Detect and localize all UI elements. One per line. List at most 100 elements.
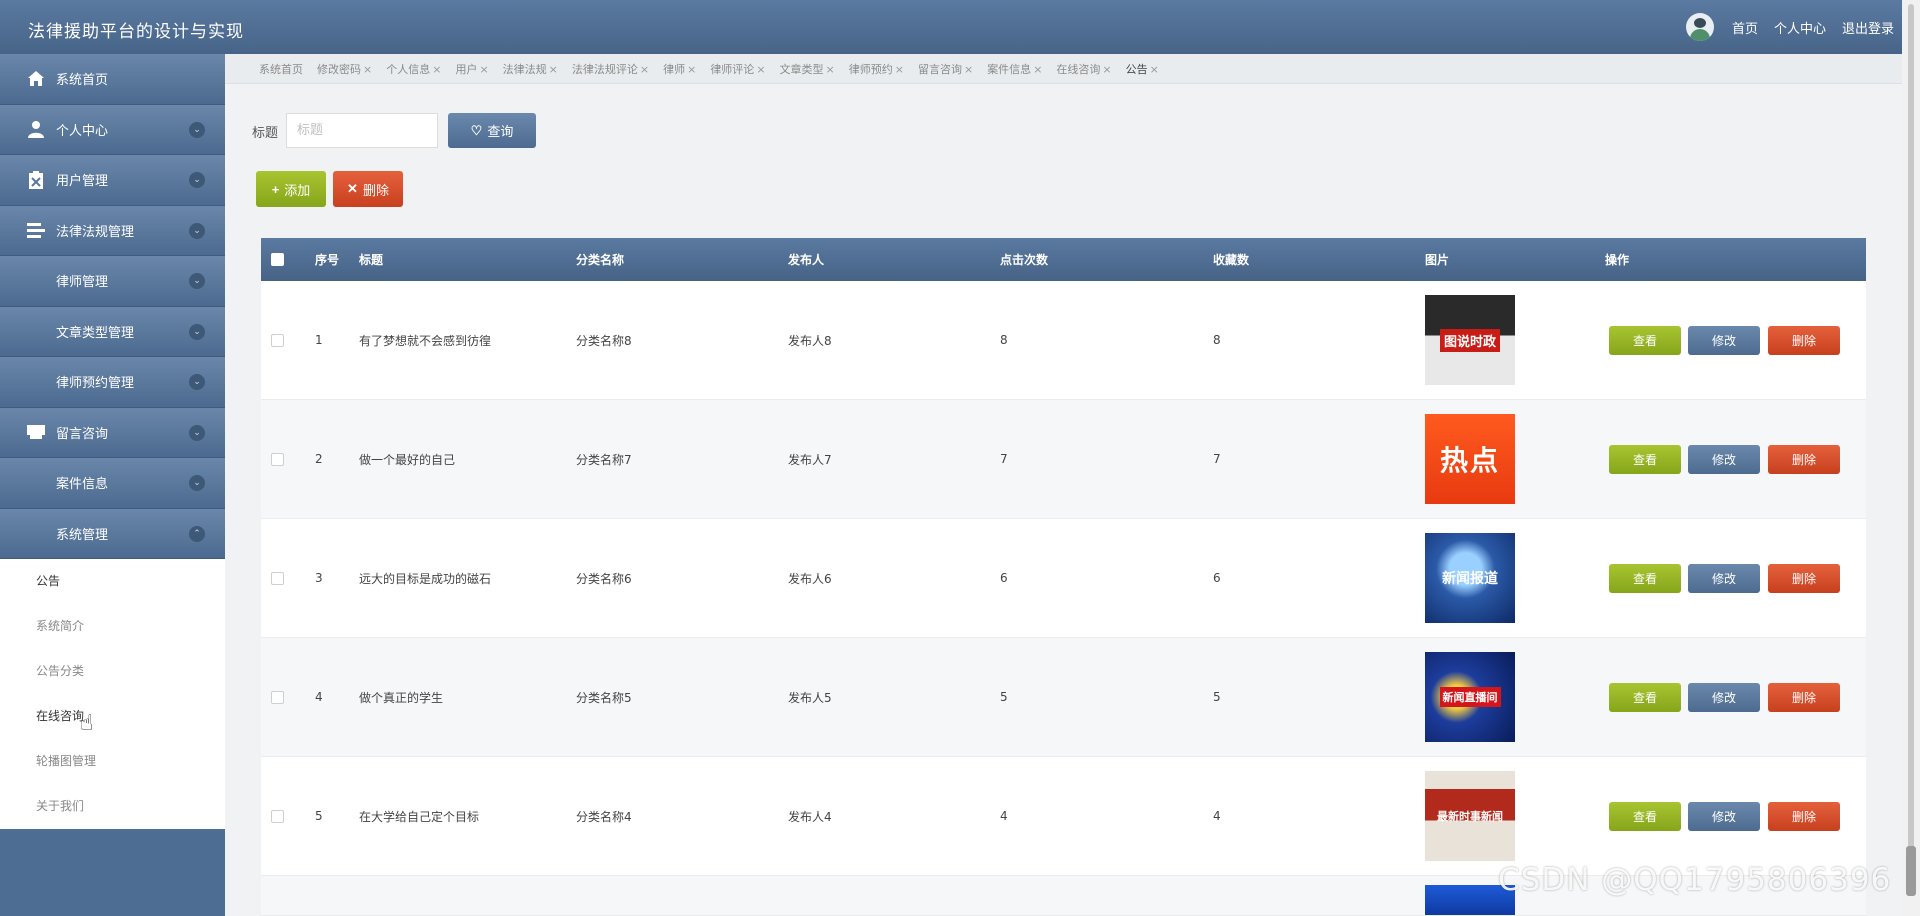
clipboard-icon (26, 170, 46, 190)
close-icon[interactable]: × (640, 63, 649, 76)
view-button[interactable]: 查看 (1609, 326, 1681, 355)
sidebar-item-appointments[interactable]: 律师预约管理 ⌄ (0, 357, 225, 408)
chevron-down-icon[interactable]: ⌄ (189, 222, 205, 239)
tab-system-home[interactable]: 系统首页 (259, 61, 303, 77)
sidebar-item-label: 律师预约管理 (56, 376, 135, 392)
tab-laws[interactable]: 法律法规 × (503, 61, 558, 77)
row-checkbox[interactable] (271, 452, 284, 466)
row-checkbox[interactable] (271, 333, 284, 347)
home-link[interactable]: 首页 (1732, 18, 1758, 37)
tab-cases[interactable]: 案件信息 × (987, 61, 1042, 77)
chevron-up-icon[interactable]: ⌃ (189, 525, 205, 542)
row-delete-button[interactable]: 删除 (1768, 683, 1840, 712)
sidebar-item-personal[interactable]: 个人中心 ⌄ (0, 104, 225, 155)
submenu-item-announcement-category[interactable]: 公告分类 (0, 649, 225, 694)
sidebar-item-system[interactable]: 系统管理 ⌃ (0, 508, 225, 559)
sidebar-item-home[interactable]: 系统首页 (0, 54, 225, 105)
sidebar-item-laws[interactable]: 法律法规管理 ⌄ (0, 205, 225, 256)
grid-icon (26, 372, 46, 392)
delete-button[interactable]: ✕ 删除 (333, 171, 403, 207)
tab-lawyers[interactable]: 律师 × (663, 61, 696, 77)
tab-article-types[interactable]: 文章类型 × (780, 61, 835, 77)
sidebar-item-messages[interactable]: 留言咨询 ⌄ (0, 407, 225, 458)
row-delete-button[interactable]: 删除 (1768, 564, 1840, 593)
app-title: 法律援助平台的设计与实现 (28, 22, 244, 42)
grid-icon (26, 321, 46, 341)
submenu-item-carousel[interactable]: 轮播图管理 (0, 739, 225, 784)
chevron-down-icon[interactable]: ⌄ (189, 172, 205, 188)
tab-announcement[interactable]: 公告 × (1126, 61, 1159, 77)
row-category: 分类名称7 (576, 452, 632, 467)
edit-button[interactable]: 修改 (1688, 564, 1760, 593)
row-category: 分类名称6 (576, 571, 632, 586)
tab-change-password[interactable]: 修改密码 × (317, 61, 372, 77)
view-button[interactable]: 查看 (1609, 445, 1681, 474)
row-publisher: 发布人7 (788, 452, 832, 467)
submenu-item-online-consult[interactable]: 在线咨询 (0, 694, 225, 739)
chevron-down-icon[interactable]: ⌄ (189, 323, 205, 340)
close-icon[interactable]: × (479, 63, 488, 76)
close-icon[interactable]: × (363, 63, 372, 76)
close-icon[interactable]: × (964, 63, 973, 76)
select-all-checkbox[interactable] (271, 253, 284, 266)
search-button[interactable]: ♡ 查询 (448, 113, 536, 148)
row-checkbox[interactable] (271, 571, 284, 585)
tab-lawyer-comments[interactable]: 律师评论 × (710, 61, 765, 77)
view-button[interactable]: 查看 (1609, 802, 1681, 831)
row-image: 最新时事新闻 (1425, 771, 1515, 861)
chevron-down-icon[interactable]: ⌄ (189, 121, 205, 138)
tab-messages[interactable]: 留言咨询 × (918, 61, 973, 77)
view-button[interactable]: 查看 (1609, 683, 1681, 712)
chevron-down-icon[interactable]: ⌄ (189, 475, 205, 491)
submenu-item-system-intro[interactable]: 系统简介 (0, 604, 225, 649)
search-label: 标题 (252, 126, 279, 141)
add-button[interactable]: + 添加 (256, 171, 326, 207)
submenu-item-announcement[interactable]: 公告 (0, 559, 225, 604)
search-input[interactable] (286, 113, 438, 148)
close-icon[interactable]: × (756, 63, 765, 76)
chevron-down-icon[interactable]: ⌄ (189, 374, 205, 390)
row-checkbox[interactable] (271, 690, 284, 704)
edit-button[interactable]: 修改 (1688, 683, 1760, 712)
page-scrollbar[interactable] (1902, 0, 1920, 916)
sidebar-item-cases[interactable]: 案件信息 ⌄ (0, 458, 225, 509)
avatar[interactable] (1685, 13, 1714, 41)
close-icon[interactable]: × (1150, 63, 1159, 76)
table-header: 序号 标题 分类名称 发布人 点击次数 收藏数 图片 操作 (261, 238, 1866, 281)
close-icon[interactable]: × (549, 63, 558, 76)
column-header: 操作 (1605, 253, 1630, 267)
sidebar-item-users[interactable]: 用户管理 ⌄ (0, 155, 225, 206)
row-image: 图说时政 (1425, 295, 1515, 385)
close-icon[interactable]: × (895, 63, 904, 76)
tab-law-comments[interactable]: 法律法规评论 × (572, 61, 649, 77)
chevron-down-icon[interactable]: ⌄ (189, 273, 205, 289)
scrollbar-thumb[interactable] (1906, 846, 1916, 896)
tab-users[interactable]: 用户 × (455, 61, 488, 77)
row-index: 4 (315, 690, 323, 704)
close-icon[interactable]: × (826, 63, 835, 76)
close-icon[interactable]: × (1033, 63, 1042, 76)
close-icon[interactable]: × (1102, 63, 1111, 76)
edit-button[interactable]: 修改 (1688, 326, 1760, 355)
edit-button[interactable]: 修改 (1688, 802, 1760, 831)
tab-personal-info[interactable]: 个人信息 × (386, 61, 441, 77)
row-checkbox[interactable] (271, 809, 284, 823)
edit-button[interactable]: 修改 (1688, 445, 1760, 474)
profile-link[interactable]: 个人中心 (1774, 18, 1826, 37)
submenu-item-about-us[interactable]: 关于我们 (0, 784, 225, 829)
sidebar-item-article-types[interactable]: 文章类型管理 ⌄ (0, 306, 225, 357)
tab-online-consult[interactable]: 在线咨询 × (1056, 61, 1111, 77)
row-delete-button[interactable]: 删除 (1768, 326, 1840, 355)
close-icon[interactable]: × (687, 63, 696, 76)
close-icon[interactable]: × (432, 63, 441, 76)
tab-appointments[interactable]: 律师预约 × (849, 61, 904, 77)
logout-link[interactable]: 退出登录 (1842, 18, 1894, 37)
chevron-down-icon[interactable]: ⌄ (189, 424, 205, 441)
row-delete-button[interactable]: 删除 (1768, 802, 1840, 831)
row-publisher: 发布人6 (788, 571, 832, 586)
row-clicks: 8 (1000, 333, 1008, 347)
row-delete-button[interactable]: 删除 (1768, 445, 1840, 474)
view-button[interactable]: 查看 (1609, 564, 1681, 593)
sidebar-item-lawyers[interactable]: 律师管理 ⌄ (0, 256, 225, 307)
row-index: 2 (315, 452, 323, 466)
